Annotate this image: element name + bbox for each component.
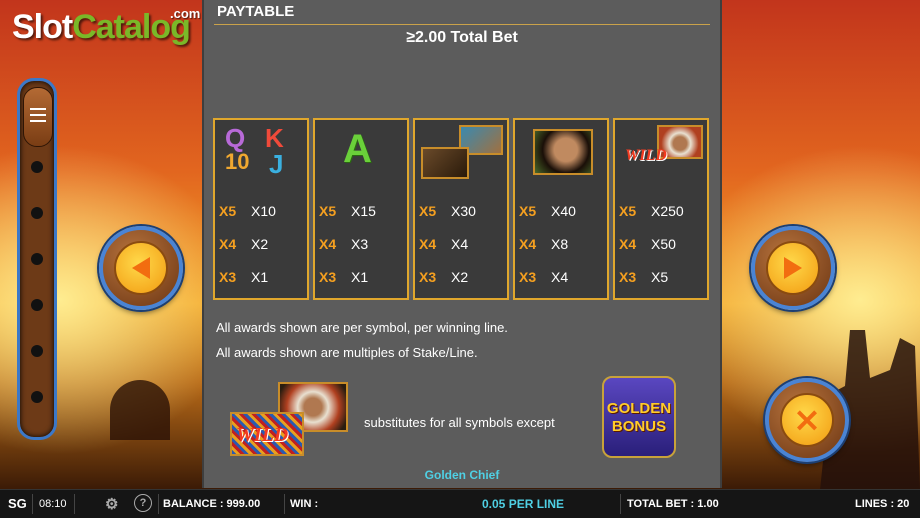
close-paytable-button[interactable]: × bbox=[765, 378, 849, 462]
pay-row: X3 X5 bbox=[619, 269, 669, 285]
next-page-button[interactable] bbox=[751, 226, 835, 310]
paytable-panel: PAYTABLE ≥2.00 Total Bet Q K 10 J X5 X10 … bbox=[202, 0, 722, 488]
logo-com: .com bbox=[170, 6, 201, 21]
bonus-text: BONUS bbox=[611, 418, 667, 435]
arrow-left-icon bbox=[132, 257, 150, 279]
page-dot[interactable] bbox=[31, 391, 43, 403]
pay-card-ace: A X5 X15 X4 X3 X3 X1 bbox=[313, 118, 409, 300]
page-dot[interactable] bbox=[31, 345, 43, 357]
bear-tomahawk-symbol bbox=[419, 123, 503, 179]
pay-card-native-woman: X5 X40 X4 X8 X3 X4 bbox=[513, 118, 609, 300]
note-multiples: All awards shown are multiples of Stake/… bbox=[216, 345, 478, 360]
substitutes-text: substitutes for all symbols except bbox=[364, 415, 555, 430]
pay-card-royals: Q K 10 J X5 X10 X4 X2 X3 X1 bbox=[213, 118, 309, 300]
title-divider bbox=[214, 24, 710, 25]
note-per-line: All awards shown are per symbol, per win… bbox=[216, 320, 508, 335]
pay-row: X3 X1 bbox=[219, 269, 269, 285]
page-dot[interactable] bbox=[31, 299, 43, 311]
pay-row: X4 X4 bbox=[419, 236, 469, 252]
page-dot[interactable] bbox=[31, 207, 43, 219]
pay-row: X5 X40 bbox=[519, 203, 576, 219]
letter-a: A bbox=[343, 127, 372, 171]
page-dot[interactable] bbox=[31, 253, 43, 265]
question-icon[interactable]: ? bbox=[134, 494, 152, 512]
wild-text: WILD bbox=[236, 424, 289, 446]
total-bet: TOTAL BET : 1.00 bbox=[627, 498, 719, 510]
chief-wild-symbol: WILD bbox=[619, 123, 703, 179]
paytable-title: PAYTABLE bbox=[217, 3, 295, 20]
pay-row: X4 X2 bbox=[219, 236, 269, 252]
pay-row: X4 X3 bbox=[319, 236, 369, 252]
letter-j: J bbox=[269, 149, 284, 179]
per-line[interactable]: 0.05 PER LINE bbox=[482, 497, 564, 511]
pay-row: X5 X15 bbox=[319, 203, 376, 219]
bottom-bar: SG 08:10 ⚙ ? BALANCE : 999.00 WIN : 0.05… bbox=[0, 489, 920, 518]
golden-bonus-symbol: GOLDEN BONUS bbox=[602, 376, 676, 458]
pay-row: X5 X10 bbox=[219, 203, 276, 219]
pay-row: X5 X30 bbox=[419, 203, 476, 219]
slotcatalog-logo: SlotCatalog .com bbox=[12, 6, 200, 47]
bet-header: ≥2.00 Total Bet bbox=[406, 29, 518, 46]
woman-tile bbox=[533, 129, 593, 175]
lines: LINES : 20 bbox=[855, 498, 910, 510]
golden-text: GOLDEN bbox=[606, 400, 672, 417]
pay-card-chief-wild: WILD X5 X250 X4 X50 X3 X5 bbox=[613, 118, 709, 300]
logo-slot: Slot bbox=[12, 8, 73, 46]
gear-icon[interactable]: ⚙ bbox=[105, 495, 118, 513]
prev-page-button[interactable] bbox=[99, 226, 183, 310]
rider-silhouette bbox=[110, 380, 170, 440]
page-dot[interactable] bbox=[31, 161, 43, 173]
letter-10: 10 bbox=[225, 149, 250, 174]
close-icon: × bbox=[792, 400, 822, 440]
wild-label: WILD bbox=[625, 147, 667, 164]
pay-row: X4 X50 bbox=[619, 236, 676, 252]
bear-tile bbox=[421, 147, 469, 179]
pay-row: X5 X250 bbox=[619, 203, 684, 219]
pay-row: X4 X8 bbox=[519, 236, 569, 252]
balance: BALANCE : 999.00 bbox=[163, 498, 261, 510]
pay-card-bear-tomahawk: X5 X30 X4 X4 X3 X2 bbox=[413, 118, 509, 300]
scroll-thumb[interactable] bbox=[23, 87, 53, 147]
pay-row: X3 X1 bbox=[319, 269, 369, 285]
pay-row: X3 X2 bbox=[419, 269, 469, 285]
arrow-right-icon bbox=[784, 257, 802, 279]
paytable-scrollbar[interactable] bbox=[17, 78, 57, 440]
win: WIN : bbox=[290, 498, 319, 510]
clock: 08:10 bbox=[39, 498, 67, 510]
royals-symbol: Q K 10 J bbox=[219, 123, 303, 179]
native-woman-symbol bbox=[519, 123, 603, 179]
pay-cards: Q K 10 J X5 X10 X4 X2 X3 X1 A X5 X15 X4 X3 X3… bbox=[213, 118, 713, 300]
ace-symbol: A bbox=[319, 123, 403, 179]
sg-logo: SG bbox=[8, 496, 27, 511]
game-name: Golden Chief bbox=[424, 468, 500, 482]
pay-row: X3 X4 bbox=[519, 269, 569, 285]
